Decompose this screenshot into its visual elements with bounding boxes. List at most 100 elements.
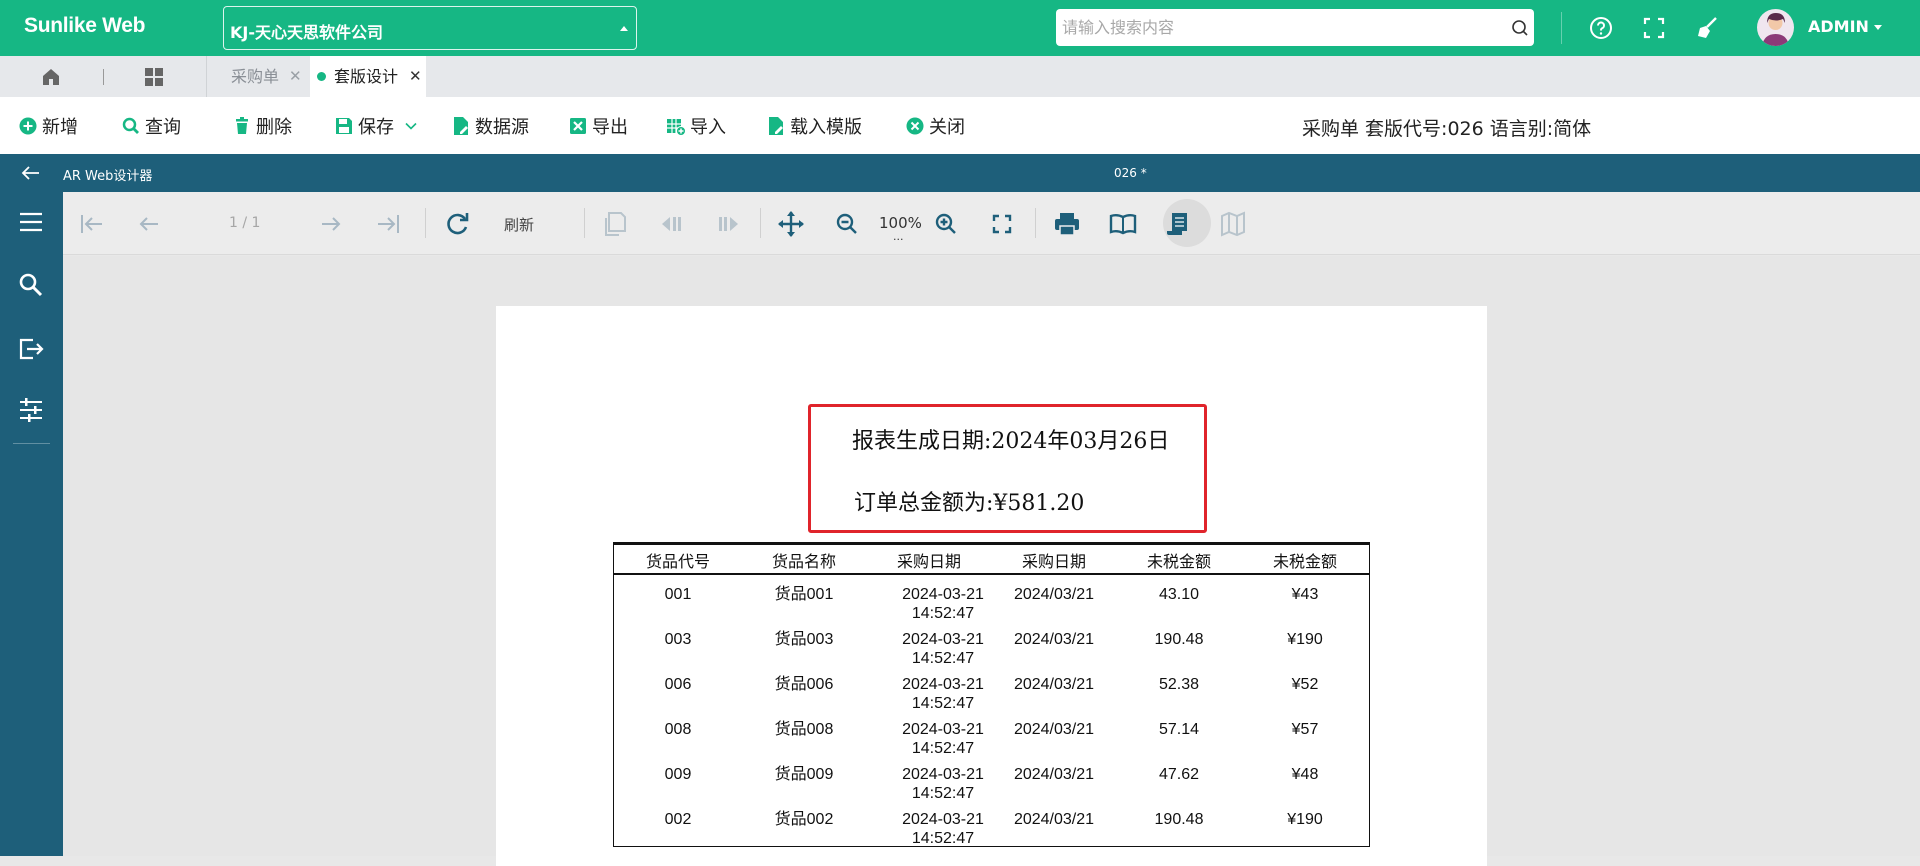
header-divider [1561,12,1562,44]
cell-time-part: 14:52:47 [911,740,975,757]
cell-purchase-datetime: 2024-03-21 14:52:47 [869,630,989,668]
zoom-in-icon[interactable] [931,209,961,239]
cell-date: 2024/03/21 [1013,721,1095,738]
cell-date: 2024/03/21 [1013,586,1095,603]
refresh-label[interactable]: 刷新 [504,214,534,235]
import-button[interactable]: 导入 [666,97,726,154]
order-total: 订单总金额为:¥581.20 [854,491,1085,516]
home-icon[interactable] [40,66,62,88]
cell-amt: 57.14 [1158,721,1200,738]
cell-time-part: 14:52:47 [911,830,975,847]
grid-icon[interactable] [143,66,165,88]
zoom-more[interactable]: ... [893,230,904,243]
avatar[interactable] [1757,9,1794,46]
table-row: 006 货品006 2024-03-21 14:52:47 2024/03/21 52.3… [614,675,1369,720]
save-button[interactable]: 保存 [334,97,422,154]
cell-amt2: ¥52 [1291,676,1319,693]
close-icon[interactable]: ✕ [409,56,422,97]
map-icon[interactable] [1218,209,1248,239]
next-page-icon[interactable] [316,209,346,239]
toolbar-divider [425,208,426,238]
cell-date: 2024/03/21 [1013,676,1095,693]
fit-page-icon[interactable] [987,209,1017,239]
cell-purchase-datetime: 2024-03-21 14:52:47 [869,675,989,713]
cell-time-part: 14:52:47 [911,605,975,622]
new-button[interactable]: 新增 [18,97,78,154]
tab-template-design[interactable]: 套版设计 ✕ [310,56,426,97]
cell-name: 货品006 [774,676,834,693]
menu-icon[interactable] [17,208,45,236]
table-row: 008 货品008 2024-03-21 14:52:47 2024/03/21 57.1… [614,720,1369,765]
fullscreen-icon[interactable] [1640,14,1668,42]
cell-amt2: ¥57 [1291,721,1319,738]
cell-amt: 190.48 [1154,631,1204,648]
step-back-icon[interactable] [657,209,687,239]
left-rail [0,192,63,856]
column-header: 货品代号 [645,552,710,571]
book-open-icon[interactable] [1108,209,1138,239]
copy-page-icon[interactable] [601,209,631,239]
refresh-icon[interactable] [443,209,473,239]
close-button[interactable]: 关闭 [905,97,965,154]
zoom-out-icon[interactable] [832,209,862,239]
cell-purchase-datetime: 2024-03-21 14:52:47 [869,765,989,803]
prev-page-icon[interactable] [134,209,164,239]
search-icon[interactable] [17,271,45,299]
cell-code: 002 [664,811,692,828]
table-row: 002 货品002 2024-03-21 14:52:47 2024/03/21 190.… [614,810,1369,855]
step-forward-icon[interactable] [713,209,743,239]
column-header: 未税金额 [1146,552,1211,571]
cell-purchase-datetime: 2024-03-21 14:52:47 [869,810,989,848]
cell-code: 001 [664,586,692,603]
export-button[interactable]: 导出 [568,97,628,154]
cell-name: 货品008 [774,721,834,738]
toolbar-divider [1035,208,1036,238]
export-icon[interactable] [17,335,45,363]
last-page-icon[interactable] [373,209,403,239]
search-input[interactable] [1056,9,1534,46]
cell-amt: 43.10 [1158,586,1200,603]
active-dot-icon [317,72,326,81]
cell-date-part: 2024-03-21 [902,721,984,738]
user-name[interactable]: ADMIN [1808,17,1869,36]
cell-date: 2024/03/21 [1013,766,1095,783]
cell-purchase-datetime: 2024-03-21 14:52:47 [869,585,989,623]
chevron-down-icon[interactable] [404,119,418,133]
export-label: 导出 [592,116,628,138]
print-icon[interactable] [1052,209,1082,239]
close-icon[interactable]: ✕ [289,56,302,97]
cell-date: 2024/03/21 [1013,631,1095,648]
datasource-button[interactable]: 数据源 [451,97,529,154]
file-edit-icon [769,116,783,135]
cell-code: 008 [664,721,692,738]
delete-label: 删除 [256,116,292,138]
query-button[interactable]: 查询 [121,97,181,154]
help-icon[interactable] [1587,14,1615,42]
arrow-left-icon[interactable] [21,165,41,181]
scroll-icon[interactable] [1163,209,1193,239]
company-name: KJ-天心天思软件公司 [230,23,383,42]
table-row: 001 货品001 2024-03-21 14:52:47 2024/03/21 43.1… [614,585,1369,630]
column-header: 未税金额 [1272,552,1337,571]
cell-amt2: ¥190 [1287,631,1323,648]
move-icon[interactable] [776,209,806,239]
caret-down-icon[interactable] [1874,25,1882,30]
tab-purchase-order[interactable]: 采购单 ✕ [207,56,309,97]
search-icon[interactable] [1510,18,1530,38]
sliders-icon[interactable] [17,396,45,424]
company-selector[interactable]: KJ-天心天思软件公司 [223,6,637,50]
load-template-button[interactable]: 载入模版 [766,97,862,154]
table-header: 货品代号 货品名称 采购日期 采购日期 未税金额 未税金额 [614,545,1369,575]
cell-amt2: ¥48 [1291,766,1319,783]
load-template-label: 载入模版 [790,116,862,138]
datasource-label: 数据源 [475,116,529,138]
report-generation-date: 报表生成日期:2024年03月26日 [852,429,1170,454]
broom-icon[interactable] [1694,14,1722,42]
floppy-icon [336,117,352,134]
delete-button[interactable]: 删除 [232,97,292,154]
cell-date-part: 2024-03-21 [902,811,984,828]
cell-time-part: 14:52:47 [911,695,975,712]
tab-label: 采购单 [231,67,280,86]
trash-icon [236,116,248,134]
first-page-icon[interactable] [77,209,107,239]
